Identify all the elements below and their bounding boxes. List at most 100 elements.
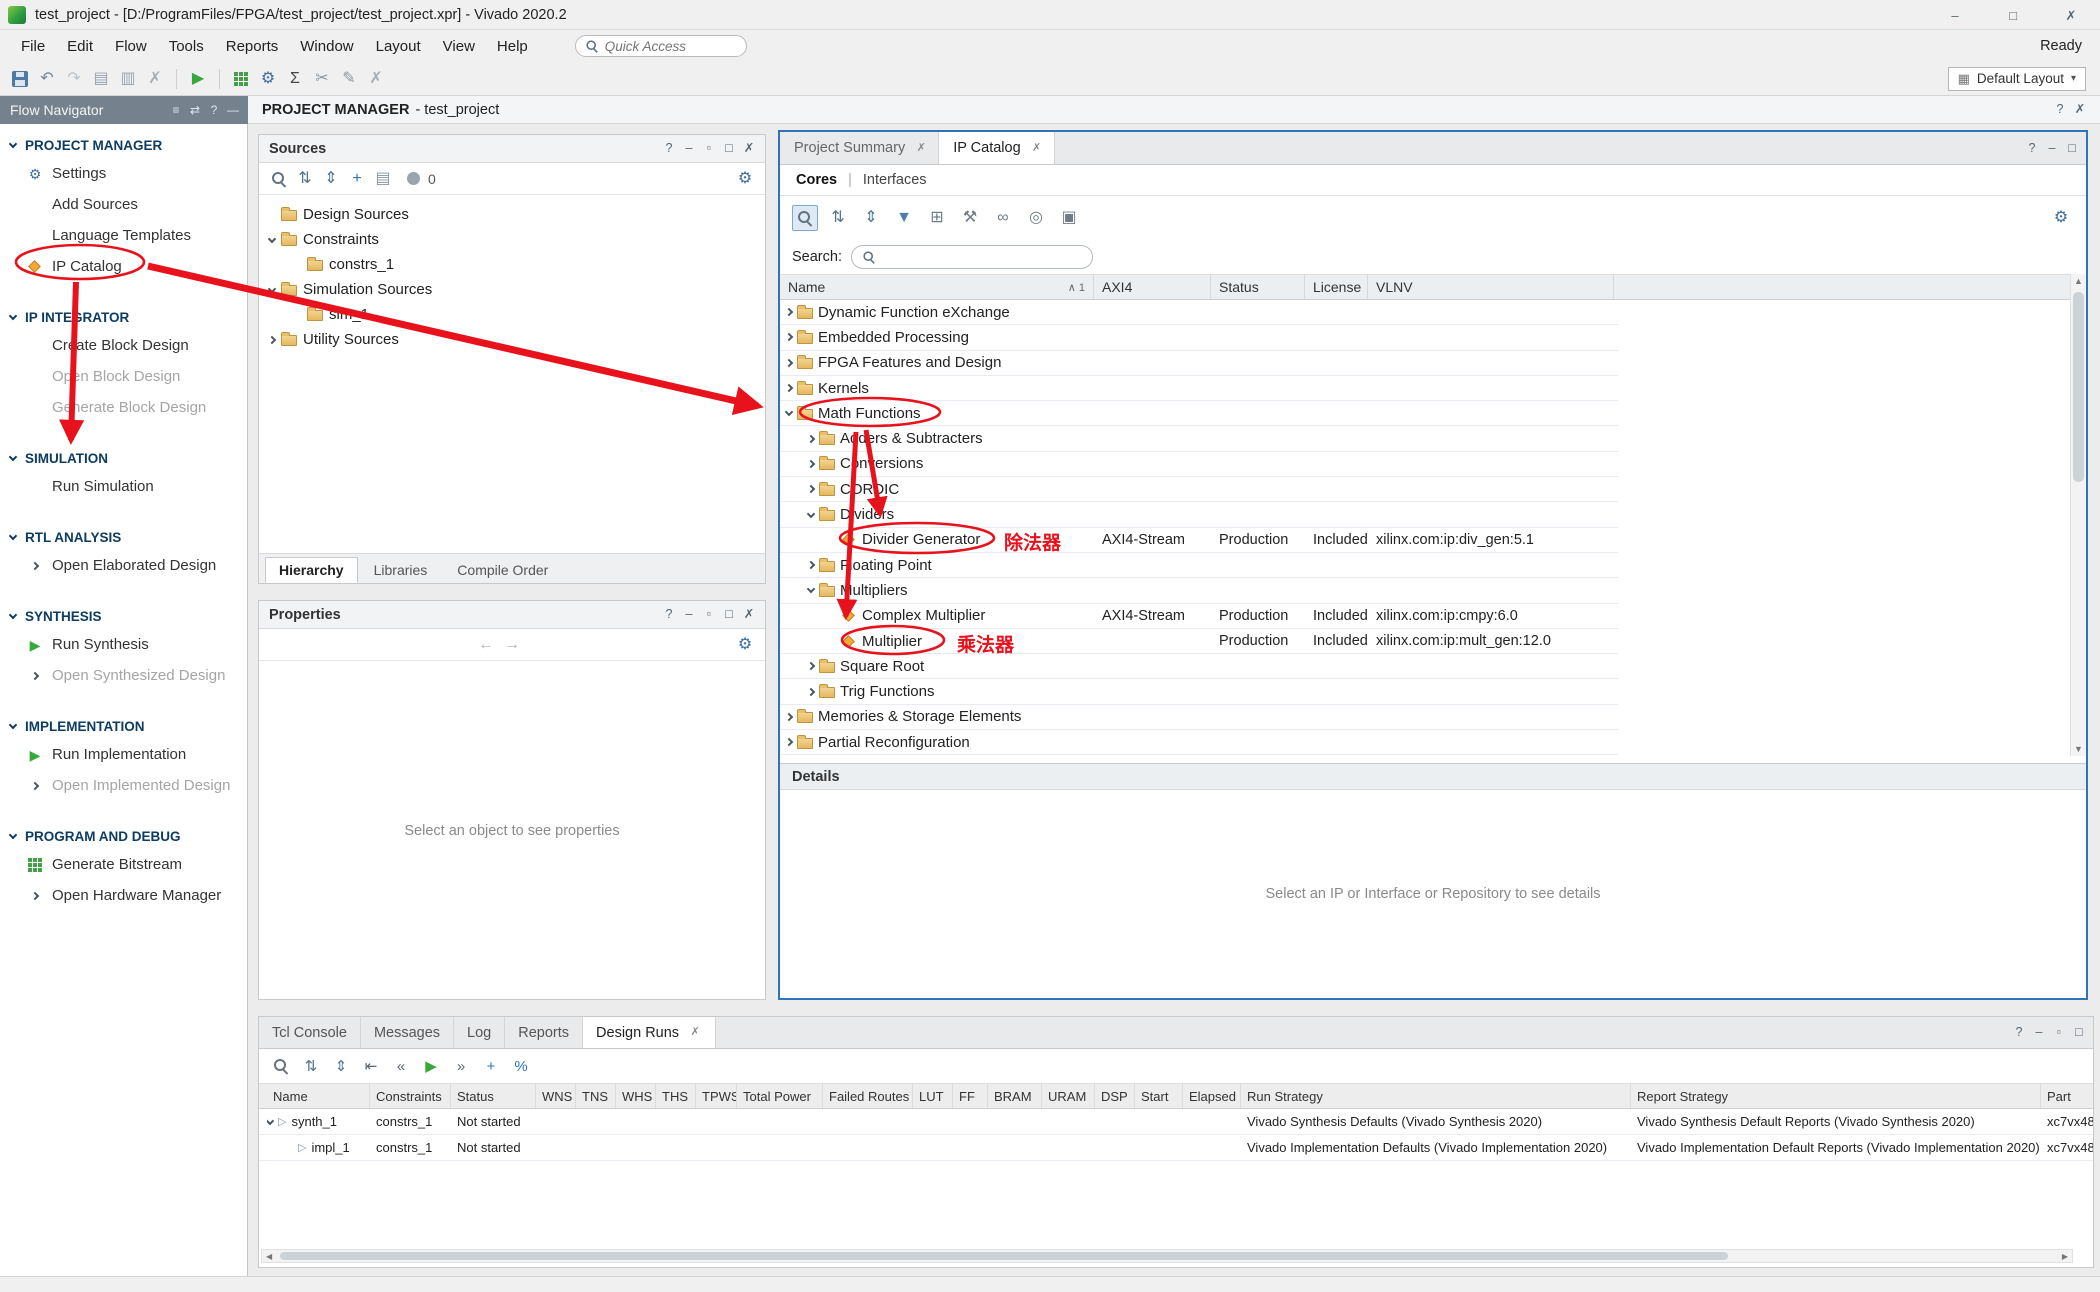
wrench-icon[interactable]: ⚒ (957, 205, 983, 231)
source-tree-item-sim-1[interactable]: sim_1 (259, 302, 765, 327)
catalog-category-square-root[interactable]: Square Root (780, 654, 1618, 679)
gear-icon[interactable]: ⚙ (2048, 205, 2074, 231)
flow-item-run-simulation[interactable]: Run Simulation (0, 471, 247, 502)
runs-column-tpws[interactable]: TPWS (696, 1084, 737, 1108)
flow-item-generate-bitstream[interactable]: Generate Bitstream (0, 849, 247, 880)
minimize-icon[interactable]: – (2029, 1023, 2049, 1043)
runs-column-whs[interactable]: WHS (616, 1084, 656, 1108)
runs-column-tns[interactable]: TNS (576, 1084, 616, 1108)
flow-item-open-block-design[interactable]: Open Block Design (0, 361, 247, 392)
catalog-category-partial-reconfiguration[interactable]: Partial Reconfiguration (780, 730, 1618, 755)
flow-section-header-rtl-analysis[interactable]: RTL ANALYSIS (0, 524, 247, 550)
maximize-icon[interactable]: □ (1984, 0, 2042, 30)
expander-icon[interactable] (807, 561, 815, 569)
catalog-ip-divider-generator[interactable]: Divider GeneratorAXI4-StreamProductionIn… (780, 528, 1618, 553)
flow-item-open-hardware-manager[interactable]: Open Hardware Manager (0, 880, 247, 911)
close-icon[interactable]: ✗ (739, 139, 759, 159)
quick-access-search[interactable] (575, 35, 747, 57)
flow-item-add-sources[interactable]: Add Sources (0, 189, 247, 220)
column-header-name[interactable]: Name∧ 1 (780, 275, 1094, 299)
expander-icon[interactable] (807, 585, 815, 593)
column-header-license[interactable]: License (1305, 275, 1368, 299)
close-icon[interactable]: ✗ (2042, 0, 2100, 30)
catalog-category-kernels[interactable]: Kernels (780, 376, 1618, 401)
close-icon[interactable]: ✗ (688, 1026, 702, 1040)
flow-section-header-synthesis[interactable]: SYNTHESIS (0, 603, 247, 629)
flow-item-open-implemented-design[interactable]: Open Implemented Design (0, 770, 247, 801)
copy-icon[interactable]: ▤ (89, 67, 113, 91)
flow-item-create-block-design[interactable]: Create Block Design (0, 330, 247, 361)
runs-column-status[interactable]: Status (451, 1084, 536, 1108)
flow-item-run-synthesis[interactable]: ▶Run Synthesis (0, 629, 247, 660)
collapse-all-icon[interactable]: ⇅ (299, 1054, 323, 1078)
runs-column-wns[interactable]: WNS (536, 1084, 576, 1108)
expander-icon[interactable] (785, 408, 793, 416)
bottom-tab-tcl-console[interactable]: Tcl Console (259, 1017, 361, 1048)
plus-icon[interactable]: + (479, 1054, 503, 1078)
gear-icon[interactable]: ⚙ (733, 167, 757, 191)
flow-section-header-implementation[interactable]: IMPLEMENTATION (0, 713, 247, 739)
forward-icon[interactable]: → (500, 633, 524, 657)
flow-section-header-simulation[interactable]: SIMULATION (0, 445, 247, 471)
step-fwd-icon[interactable]: » (449, 1054, 473, 1078)
runs-column-elapsed[interactable]: Elapsed (1183, 1084, 1241, 1108)
column-header-vlnv[interactable]: VLNV (1368, 275, 1614, 299)
fnav-collapse-icon[interactable]: ― (224, 101, 242, 119)
runs-column-start[interactable]: Start (1135, 1084, 1183, 1108)
collapse-all-icon[interactable]: ⇅ (293, 167, 317, 191)
undo-icon[interactable]: ↶ (35, 67, 59, 91)
flow-section-header-program-and-debug[interactable]: PROGRAM AND DEBUG (0, 823, 247, 849)
menu-help[interactable]: Help (486, 30, 539, 62)
runs-column-ff[interactable]: FF (953, 1084, 988, 1108)
menu-reports[interactable]: Reports (215, 30, 290, 62)
column-header-axi4[interactable]: AXI4 (1094, 275, 1211, 299)
redo-icon[interactable]: ↷ (62, 67, 86, 91)
delete-icon[interactable]: ✗ (143, 67, 167, 91)
cancel-icon[interactable]: ✗ (364, 67, 388, 91)
help-icon[interactable]: ? (2050, 100, 2070, 120)
runs-column-dsp[interactable]: DSP (1095, 1084, 1135, 1108)
flow-section-header-ip-integrator[interactable]: IP INTEGRATOR (0, 304, 247, 330)
tab-ip-catalog[interactable]: IP Catalog✗ (939, 132, 1054, 164)
expand-all-icon[interactable]: ⇕ (858, 205, 884, 231)
float-icon[interactable]: ▫ (2049, 1023, 2069, 1043)
help-icon[interactable]: ? (659, 139, 679, 159)
add-icon[interactable]: + (345, 167, 369, 191)
expand-all-icon[interactable]: ⇕ (329, 1054, 353, 1078)
paste-icon[interactable]: ▥ (116, 67, 140, 91)
expander-icon[interactable] (807, 434, 815, 442)
catalog-vertical-scrollbar[interactable]: ▲ ▼ (2070, 274, 2086, 756)
minimize-icon[interactable]: – (679, 605, 699, 625)
sources-tab-compile-order[interactable]: Compile Order (443, 557, 562, 583)
runs-column-bram[interactable]: BRAM (988, 1084, 1042, 1108)
expander-icon[interactable] (807, 509, 815, 517)
source-tree-item-design-sources[interactable]: Design Sources (259, 202, 765, 227)
properties-panel-header[interactable]: Properties ?–▫□✗ (259, 601, 765, 629)
catalog-search-input[interactable] (883, 250, 1082, 265)
menu-flow[interactable]: Flow (104, 30, 158, 62)
expander-icon[interactable] (785, 738, 793, 746)
catalog-ip-complex-multiplier[interactable]: Complex MultiplierAXI4-StreamProductionI… (780, 604, 1618, 629)
step-back-icon[interactable]: « (389, 1054, 413, 1078)
close-icon[interactable]: ✗ (1030, 141, 1044, 155)
maximize-icon[interactable]: □ (719, 139, 739, 159)
sources-tab-hierarchy[interactable]: Hierarchy (265, 557, 358, 583)
flow-section-header-project-manager[interactable]: PROJECT MANAGER (0, 132, 247, 158)
subtab-interfaces[interactable]: Interfaces (863, 172, 927, 188)
expander-icon[interactable] (268, 335, 276, 343)
tab-project-summary[interactable]: Project Summary✗ (780, 132, 939, 164)
catalog-category-memories-storage-elements[interactable]: Memories & Storage Elements (780, 705, 1618, 730)
horizontal-scrollbar[interactable]: ◀ ▶ (261, 1249, 2073, 1263)
scrollbar-thumb[interactable] (2073, 292, 2084, 482)
group-icon[interactable]: ⊞ (924, 205, 950, 231)
source-tree-item-constrs-1[interactable]: constrs_1 (259, 252, 765, 277)
runs-column-part[interactable]: Part (2041, 1084, 2093, 1108)
expander-icon[interactable] (807, 460, 815, 468)
expander-icon[interactable] (785, 713, 793, 721)
minimize-icon[interactable]: – (1926, 0, 1984, 30)
catalog-category-fpga-features-and-design[interactable]: FPGA Features and Design (780, 351, 1618, 376)
catalog-ip-multiplier[interactable]: MultiplierProductionIncludedxilinx.com:i… (780, 629, 1618, 654)
flow-item-open-elaborated-design[interactable]: Open Elaborated Design (0, 550, 247, 581)
expander-icon[interactable] (785, 384, 793, 392)
runs-column-uram[interactable]: URAM (1042, 1084, 1095, 1108)
